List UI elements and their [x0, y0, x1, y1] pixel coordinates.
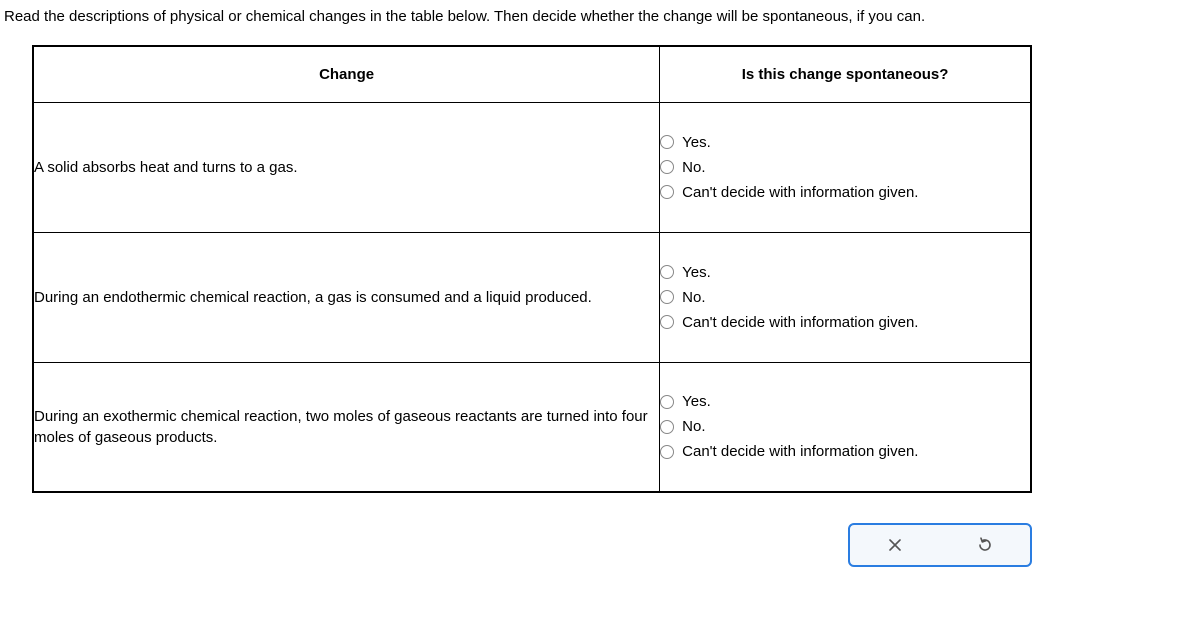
- radio-cant-decide[interactable]: [660, 185, 674, 199]
- option-label-no: No.: [682, 418, 705, 435]
- radio-yes[interactable]: [660, 135, 674, 149]
- action-button-group: [848, 523, 1032, 567]
- table-row: During an exothermic chemical reaction, …: [33, 362, 1031, 492]
- radio-cant-decide[interactable]: [660, 445, 674, 459]
- question-instructions: Read the descriptions of physical or che…: [0, 8, 1200, 45]
- radio-no[interactable]: [660, 290, 674, 304]
- option-label-cant-decide: Can't decide with information given.: [682, 184, 918, 201]
- option-label-yes: Yes.: [682, 134, 711, 151]
- action-button-bar: [0, 523, 1032, 567]
- change-description: During an exothermic chemical reaction, …: [33, 362, 660, 492]
- table-row: During an endothermic chemical reaction,…: [33, 232, 1031, 362]
- option-label-no: No.: [682, 159, 705, 176]
- options-cell: Yes. No. Can't decide with information g…: [660, 102, 1031, 232]
- radio-yes[interactable]: [660, 265, 674, 279]
- options-cell: Yes. No. Can't decide with information g…: [660, 362, 1031, 492]
- table-row: A solid absorbs heat and turns to a gas.…: [33, 102, 1031, 232]
- reset-button[interactable]: [940, 525, 1030, 565]
- undo-icon: [976, 536, 994, 554]
- option-label-yes: Yes.: [682, 264, 711, 281]
- radio-yes[interactable]: [660, 395, 674, 409]
- option-label-cant-decide: Can't decide with information given.: [682, 443, 918, 460]
- option-label-yes: Yes.: [682, 393, 711, 410]
- close-icon: [887, 537, 903, 553]
- changes-table: Change Is this change spontaneous? A sol…: [32, 45, 1032, 493]
- clear-button[interactable]: [850, 525, 940, 565]
- change-description: A solid absorbs heat and turns to a gas.: [33, 102, 660, 232]
- radio-no[interactable]: [660, 420, 674, 434]
- radio-no[interactable]: [660, 160, 674, 174]
- option-label-cant-decide: Can't decide with information given.: [682, 314, 918, 331]
- header-spontaneous: Is this change spontaneous?: [660, 46, 1031, 102]
- options-cell: Yes. No. Can't decide with information g…: [660, 232, 1031, 362]
- header-change: Change: [33, 46, 660, 102]
- radio-cant-decide[interactable]: [660, 315, 674, 329]
- option-label-no: No.: [682, 289, 705, 306]
- change-description: During an endothermic chemical reaction,…: [33, 232, 660, 362]
